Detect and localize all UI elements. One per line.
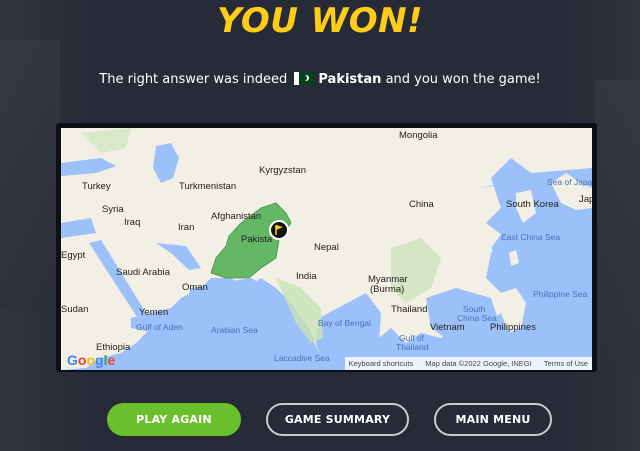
game-summary-button[interactable]: GAME SUMMARY (266, 403, 409, 436)
map-label-turkmenistan: Turkmenistan (179, 181, 237, 192)
map-label-afghanistan: Afghanistan (211, 211, 262, 222)
map-label-kyrgyzstan: Kyrgyzstan (259, 165, 306, 176)
map-label-thailand: Thailand (391, 304, 428, 315)
map-label-sea-of-japan: Sea of Japan (547, 177, 592, 187)
answer-marker[interactable] (269, 220, 289, 240)
google-logo[interactable]: Google (67, 352, 115, 368)
answer-country: Pakistan (318, 72, 382, 87)
background-building-right (595, 80, 640, 370)
map-data-text: Map data ©2022 Google, INEGI (425, 359, 532, 368)
map-label-oman: Oman (182, 282, 208, 293)
pakistan-flag-icon (294, 72, 315, 85)
map-label-arabian-sea: Arabian Sea (211, 325, 258, 335)
map-label-burma: (Burma) (370, 284, 405, 295)
keyboard-shortcuts-link[interactable]: Keyboard shortcuts (349, 359, 414, 368)
map-label-mongolia: Mongolia (399, 130, 438, 141)
map-label-saudi-arabia: Saudi Arabia (116, 267, 170, 278)
map-label-syria: Syria (102, 204, 124, 215)
map-label-laccadive-sea: Laccadive Sea (274, 353, 330, 363)
map-attribution: Keyboard shortcuts Map data ©2022 Google… (344, 357, 592, 370)
map-label-gulf-of-thailand-2: Thailand (396, 342, 429, 352)
map-label-pakistan: Pakista (241, 234, 273, 245)
map-label-yemen: Yemen (139, 307, 169, 318)
map-label-bay-of-bengal: Bay of Bengal (318, 318, 371, 328)
result-message: The right answer was indeed Pakistan and… (0, 71, 640, 89)
map-label-china: China (409, 199, 434, 210)
map-label-sudan: Sudan (61, 304, 89, 315)
result-map[interactable]: Mongolia Kyrgyzstan Turkey Turkmenistan … (61, 128, 592, 370)
map-label-egypt: Egypt (61, 250, 86, 261)
map-label-gulf-of-aden: Gulf of Aden (136, 322, 183, 332)
result-suffix: and you won the game! (385, 72, 541, 87)
result-title: YOU WON! (216, 1, 424, 41)
map-label-japan: Jap (579, 194, 592, 205)
map-label-vietnam: Vietnam (430, 322, 465, 333)
flag-icon (275, 225, 283, 235)
map-label-philippines: Philippines (490, 322, 536, 333)
map-label-nepal: Nepal (314, 242, 339, 253)
map-label-iran: Iran (178, 222, 195, 233)
map-label-india: India (296, 271, 317, 282)
map-label-east-china-sea: East China Sea (501, 232, 561, 242)
play-again-button[interactable]: PLAY AGAIN (107, 403, 241, 436)
map-label-iraq: Iraq (124, 217, 141, 228)
map-label-turkey: Turkey (82, 181, 111, 192)
map-label-philippine-sea: Philippine Sea (533, 289, 588, 299)
map-label-south-korea: South Korea (506, 199, 559, 210)
terms-of-use-link[interactable]: Terms of Use (544, 359, 588, 368)
result-prefix: The right answer was indeed (99, 72, 288, 87)
main-menu-button[interactable]: MAIN MENU (434, 403, 552, 436)
